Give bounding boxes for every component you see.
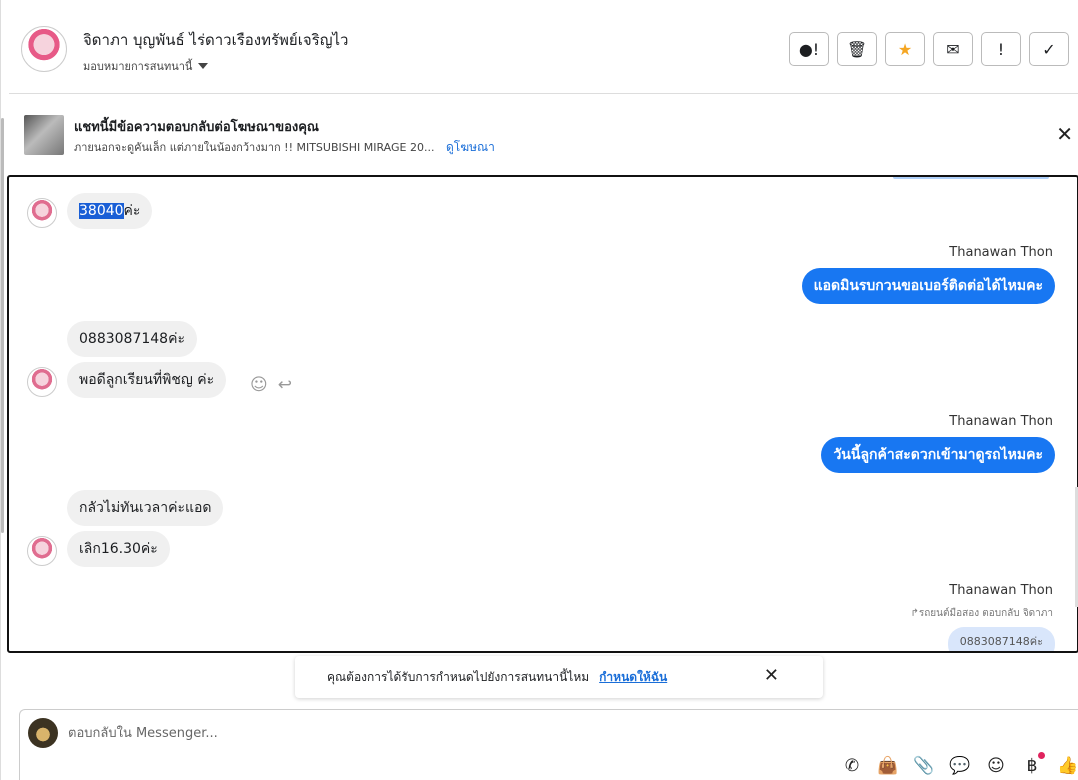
- outgoing-message[interactable]: แอดมินรบกวนขอเบอร์ติดต่อได้ไหมคะ: [801, 268, 1055, 304]
- incoming-message[interactable]: กลัวไม่ทันเวลาค่ะแอด: [67, 490, 224, 526]
- incoming-message[interactable]: พอดีลูกเรียนที่พิชญ ค่ะ: [67, 362, 227, 398]
- reply-arrow-icon[interactable]: ↩: [278, 375, 292, 395]
- outgoing-message[interactable]: วันนี้ลูกค้าสะดวกเข้ามาดูรถไหมคะ: [821, 437, 1055, 473]
- header-actions: ●! 🗑 ★ ✉ ! ✓: [789, 32, 1069, 66]
- close-icon[interactable]: ✕: [764, 665, 779, 686]
- check-icon[interactable]: ✓: [1029, 32, 1069, 66]
- ad-reply-banner: แชทนี้มีข้อความตอบกลับต่อโฆษณาของคุณ ภาย…: [9, 96, 1078, 174]
- close-icon[interactable]: ✕: [1056, 122, 1073, 146]
- selected-text: 38040: [79, 203, 124, 219]
- reply-context-note: ↱รถยนต์มือสอง ตอบกลับ จิดาภา: [910, 608, 1054, 619]
- contact-avatar[interactable]: [21, 26, 67, 72]
- quoted-reply-bubble[interactable]: 0883087148ค่ะ: [947, 627, 1055, 651]
- saved-reply-icon[interactable]: 💬: [949, 756, 971, 776]
- contact-name[interactable]: จิดาภา บุญพันธ์ ไร่ดาวเรืองทรัพย์เจริญไว: [83, 28, 348, 52]
- message-composer: ✆ 👜 📎 💬 ☺ ฿ 👍: [19, 709, 1078, 780]
- composer-toolbar: ✆ 👜 📎 💬 ☺ ฿ 👍: [841, 752, 1078, 776]
- message-actions: ☺ ↩: [250, 375, 292, 395]
- messenger-inbox: จิดาภา บุญพันธ์ ไร่ดาวเรืองทรัพย์เจริญไว…: [0, 0, 1078, 780]
- star-icon[interactable]: ★: [885, 32, 925, 66]
- notification-dot: [1038, 752, 1045, 759]
- incoming-message[interactable]: 0883087148ค่ะ: [67, 321, 197, 357]
- mark-unread-icon[interactable]: ✉: [933, 32, 973, 66]
- assign-label: มอบหมายการสนทนานี้: [83, 60, 193, 73]
- assign-prompt-text: คุณต้องการได้รับการกำหนดไปยังการสนทนานี้…: [327, 669, 590, 684]
- contact-avatar-small[interactable]: [27, 536, 57, 566]
- assign-to-me-link[interactable]: กำหนดให้ฉัน: [599, 668, 667, 687]
- react-emoji-icon[interactable]: ☺: [250, 375, 268, 395]
- sender-name: Thanawan Thon: [949, 245, 1053, 260]
- view-ad-link[interactable]: ดูโฆษณา: [446, 140, 495, 154]
- assign-prompt-toast: คุณต้องการได้รับการกำหนดไปยังการสนทนานี้…: [295, 656, 823, 698]
- page-avatar: [28, 718, 58, 748]
- conversation-header: จิดาภา บุญพันธ์ ไร่ดาวเรืองทรัพย์เจริญไว…: [9, 6, 1078, 94]
- assign-dropdown[interactable]: มอบหมายการสนทนานี้: [83, 57, 209, 75]
- emoji-icon[interactable]: ☺: [985, 756, 1007, 776]
- message-text: ค่ะ: [123, 203, 141, 219]
- left-scrollbar[interactable]: [1, 118, 4, 533]
- sender-name: Thanawan Thon: [949, 583, 1053, 598]
- baht-payment[interactable]: ฿: [1021, 752, 1045, 776]
- sender-name: Thanawan Thon: [949, 414, 1053, 429]
- trash-icon[interactable]: 🗑: [837, 32, 877, 66]
- incoming-message[interactable]: เลิก16.30ค่ะ: [67, 531, 170, 567]
- baht-icon: ฿: [1026, 756, 1038, 776]
- shopping-bag-icon[interactable]: 👜: [877, 756, 899, 776]
- ad-thumbnail[interactable]: [24, 115, 64, 155]
- alert-circle-icon[interactable]: ●!: [789, 32, 829, 66]
- call-add-icon[interactable]: ✆: [841, 756, 863, 776]
- contact-avatar-small[interactable]: [27, 198, 57, 228]
- incoming-message[interactable]: 38040ค่ะ: [67, 193, 153, 229]
- message-thread[interactable]: 38040ค่ะ Thanawan Thon แอดมินรบกวนขอเบอร…: [7, 175, 1078, 653]
- paperclip-icon[interactable]: 📎: [913, 756, 935, 776]
- reply-input[interactable]: [68, 720, 768, 746]
- ad-description-text: ภายนอกจะดูคันเล็ก แต่ภายในน้องกว้างมาก !…: [74, 141, 435, 154]
- ad-banner-title: แชทนี้มีข้อความตอบกลับต่อโฆษณาของคุณ: [74, 120, 319, 135]
- contact-avatar-small[interactable]: [27, 367, 57, 397]
- thumbs-up-icon[interactable]: 👍: [1057, 756, 1078, 776]
- caret-down-icon: [198, 63, 209, 69]
- ad-description: ภายนอกจะดูคันเล็ก แต่ภายในน้องกว้างมาก !…: [74, 138, 495, 157]
- previous-message-edge: [893, 177, 1049, 179]
- exclamation-icon[interactable]: !: [981, 32, 1021, 66]
